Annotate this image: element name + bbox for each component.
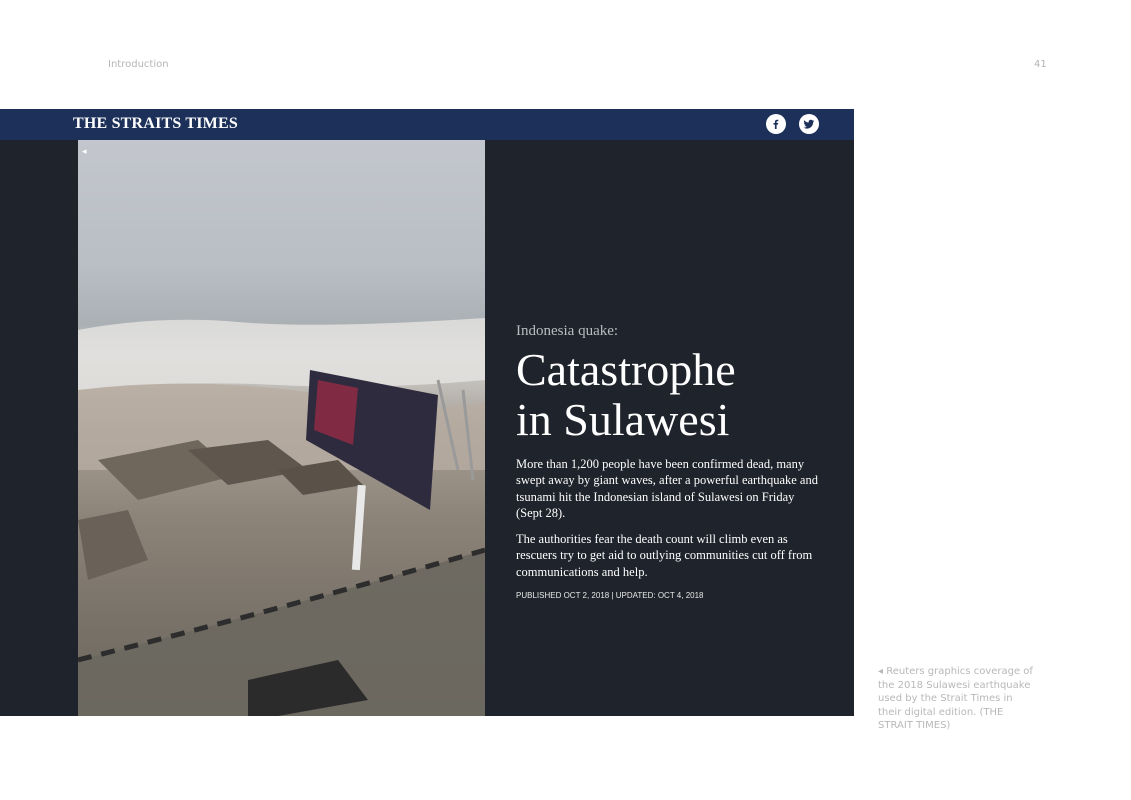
article-paragraph-2: The authorities fear the death count wil… (516, 532, 813, 579)
back-arrow-icon[interactable]: ◂ (82, 146, 87, 157)
tsunami-video-still[interactable]: ◂ (78, 140, 485, 716)
wave-surge (78, 318, 485, 390)
page-number: 41 (1034, 59, 1047, 70)
article-screenshot: THE STRAITS TIMES ◂ Indonesia quake: Cat… (0, 109, 854, 716)
site-header-bar: THE STRAITS TIMES (0, 109, 854, 140)
article-kicker: Indonesia quake: (516, 323, 619, 339)
site-logo[interactable]: THE STRAITS TIMES (73, 115, 238, 133)
figure-caption: ◂ Reuters graphics coverage of the 2018 … (878, 666, 1033, 731)
headline-line-2: in Sulawesi (516, 394, 730, 445)
facebook-icon[interactable] (766, 114, 786, 134)
article-paragraph-1: More than 1,200 people have been confirm… (516, 457, 818, 521)
twitter-icon[interactable] (799, 114, 819, 134)
running-header: Introduction (108, 59, 169, 70)
publish-date: PUBLISHED OCT 2, 2018 | UPDATED: OCT 4, … (516, 591, 704, 600)
article-headline: Catastrophe in Sulawesi (516, 345, 836, 445)
headline-line-1: Catastrophe (516, 344, 736, 395)
